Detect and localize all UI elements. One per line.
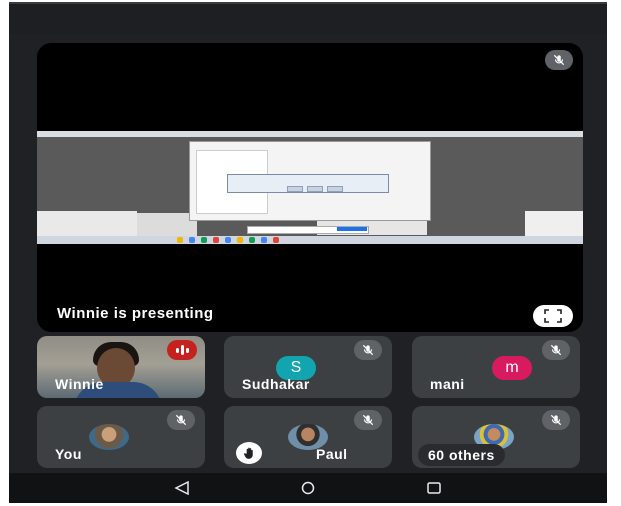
- raised-hand-icon: [236, 442, 262, 464]
- participant-name: Winnie: [55, 376, 104, 392]
- participant-name: You: [55, 446, 82, 462]
- participant-tile-sudhakar[interactable]: S Sudhakar: [224, 336, 392, 398]
- participant-tile-you[interactable]: You: [37, 406, 205, 468]
- mic-off-icon: [542, 410, 570, 430]
- participant-tile-paul[interactable]: Paul: [224, 406, 392, 468]
- mic-off-icon: [167, 410, 195, 430]
- shared-screen-content: [37, 131, 583, 244]
- fullscreen-icon: [544, 309, 562, 323]
- status-bar: [9, 4, 607, 34]
- presenting-label: Winnie is presenting: [57, 305, 214, 322]
- mic-off-icon: [542, 340, 570, 360]
- recents-button[interactable]: [422, 478, 446, 498]
- recents-icon: [427, 482, 441, 494]
- active-speaker-icon: [167, 340, 197, 360]
- participant-tile-winnie[interactable]: Winnie: [37, 336, 205, 398]
- participant-tile-mani[interactable]: m mani: [412, 336, 580, 398]
- mic-off-icon: [354, 410, 382, 430]
- participant-name: mani: [430, 376, 465, 392]
- home-icon: [301, 481, 315, 495]
- system-nav-bar: [9, 473, 607, 503]
- back-icon: [174, 481, 189, 495]
- avatar: m: [492, 356, 532, 380]
- avatar: [89, 424, 129, 450]
- participant-name: Sudhakar: [242, 376, 310, 392]
- participant-name: Paul: [316, 446, 348, 462]
- mic-off-icon: [354, 340, 382, 360]
- presentation-stage[interactable]: Winnie is presenting: [37, 43, 583, 332]
- others-count: 60 others: [418, 444, 505, 466]
- participant-tile-others[interactable]: 60 others: [412, 406, 580, 468]
- mic-off-icon: [545, 50, 573, 70]
- back-button[interactable]: [170, 478, 194, 498]
- home-button[interactable]: [296, 478, 320, 498]
- meeting-screen: Winnie is presenting Winnie S Sudhakar m…: [9, 2, 607, 503]
- fullscreen-button[interactable]: [533, 305, 573, 327]
